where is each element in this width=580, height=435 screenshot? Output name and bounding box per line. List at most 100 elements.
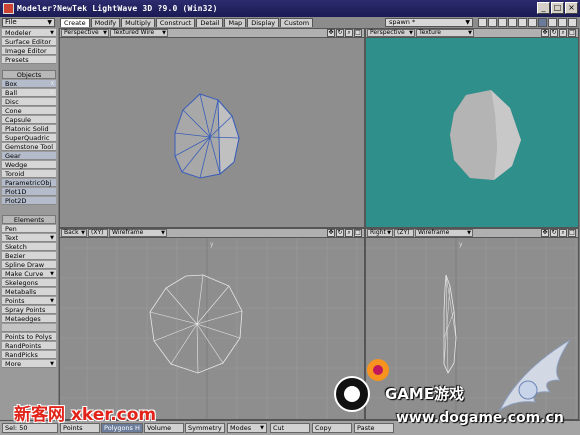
layer-button-icon[interactable] — [568, 18, 577, 27]
move-view-icon[interactable]: ✥ — [327, 229, 335, 237]
layer-button-icon[interactable] — [498, 18, 507, 27]
cone-tool[interactable]: Cone — [2, 107, 56, 115]
zoom-icon[interactable]: ⌕ — [559, 229, 567, 237]
presets-button[interactable]: Presets — [2, 56, 56, 64]
ball-tool[interactable]: Ball O — [2, 89, 56, 97]
platonic-solid-tool[interactable]: Platonic Solid — [2, 125, 56, 133]
modes-menu[interactable]: Modes ▼ — [227, 423, 267, 433]
cut-button[interactable]: Cut — [270, 423, 310, 433]
layer-button-icon[interactable] — [538, 18, 547, 27]
make-curve-menu[interactable]: Make Curve ▼ — [2, 270, 56, 278]
box-tool[interactable]: Box X — [2, 80, 56, 88]
render-mode-select[interactable]: Textured Wire ▼ — [110, 29, 168, 37]
file-menu-button[interactable]: File ▼ — [2, 18, 55, 27]
image-editor-button[interactable]: Image Editor — [2, 47, 56, 55]
move-view-icon[interactable]: ✥ — [541, 29, 549, 37]
viewport-top-right[interactable]: Perspective ▼ Texture ▼ ✥ ↻ ⌕ □ — [365, 28, 579, 228]
zoom-icon[interactable]: ⌕ — [559, 29, 567, 37]
chevron-down-icon: ▼ — [50, 235, 54, 241]
maximize-view-icon[interactable]: □ — [568, 29, 576, 37]
maximize-view-icon[interactable]: □ — [354, 229, 362, 237]
move-view-icon[interactable]: ✥ — [541, 229, 549, 237]
parametricobj-tool[interactable]: ParametricObj — [2, 179, 56, 187]
copy-button[interactable]: Copy — [312, 423, 352, 433]
tab-map[interactable]: Map — [224, 18, 247, 27]
toroid-tool[interactable]: Toroid — [2, 170, 56, 178]
maximize-button[interactable]: □ — [551, 2, 564, 14]
chevron-down-icon: ▼ — [47, 19, 52, 26]
axis-select[interactable]: (ZY) — [394, 229, 414, 237]
modeler-menu[interactable]: Modeler ▼ — [2, 29, 56, 37]
move-view-icon[interactable]: ✥ — [327, 29, 335, 37]
gemstone-tool[interactable]: Gemstone Tool — [2, 143, 56, 151]
maximize-view-icon[interactable]: □ — [354, 29, 362, 37]
capsule-tool[interactable]: Capsule — [2, 116, 56, 124]
tab-detail[interactable]: Detail — [196, 18, 224, 27]
tab-create[interactable]: Create — [60, 18, 90, 27]
view-type-select[interactable]: Right ▼ — [367, 229, 393, 237]
randpicks-tool[interactable]: RandPicks — [2, 351, 56, 359]
pen-tool[interactable]: Pen — [2, 225, 56, 233]
viewport-controls: ✥ ↻ ⌕ □ — [327, 229, 362, 237]
paste-button[interactable]: Paste — [354, 423, 394, 433]
viewport-top-left[interactable]: Perspective ▼ Textured Wire ▼ ✥ ↻ ⌕ □ — [59, 28, 365, 228]
render-mode-select[interactable]: Texture ▼ — [416, 29, 474, 37]
spline-draw-tool[interactable]: Spline Draw — [2, 261, 56, 269]
points-menu[interactable]: Points ▼ — [2, 297, 56, 305]
layer-button-icon[interactable] — [478, 18, 487, 27]
axis-select[interactable]: (XY) — [88, 229, 108, 237]
rotate-view-icon[interactable]: ↻ — [336, 229, 344, 237]
skelegons-tool[interactable]: Skelegons — [2, 279, 56, 287]
layer-button-icon[interactable] — [518, 18, 527, 27]
render-mode-select[interactable]: Wireframe ▼ — [109, 229, 167, 237]
viewport-bottom-left[interactable]: Back ▼ (XY) Wireframe ▼ ✥ ↻ ⌕ □ y — [59, 228, 365, 420]
watermark-game: GAME游戏 — [385, 385, 465, 403]
tab-modify[interactable]: Modify — [90, 18, 121, 27]
zoom-icon[interactable]: ⌕ — [345, 229, 353, 237]
bezier-tool[interactable]: Bezier — [2, 252, 56, 260]
layer-button-icon[interactable] — [548, 18, 557, 27]
maximize-view-icon[interactable]: □ — [568, 229, 576, 237]
text-tool[interactable]: Text ▼ — [2, 234, 56, 242]
chevron-down-icon: ▼ — [260, 425, 264, 431]
app-icon — [3, 3, 14, 14]
view-type-select[interactable]: Perspective ▼ — [61, 29, 109, 37]
chevron-down-icon: ▼ — [50, 271, 54, 277]
points-to-polys-tool[interactable]: Points to Polys — [2, 333, 56, 341]
render-mode-select[interactable]: Wireframe ▼ — [415, 229, 473, 237]
symmetry-button[interactable]: Symmetry — [185, 423, 225, 433]
layer-button-icon[interactable] — [558, 18, 567, 27]
view-type-select[interactable]: Back ▼ — [61, 229, 87, 237]
layer-select[interactable]: spawn * ▼ — [385, 18, 473, 27]
disc-tool[interactable]: Disc — [2, 98, 56, 106]
minimize-button[interactable]: _ — [537, 2, 550, 14]
plot2d-tool[interactable]: Plot2D — [2, 197, 56, 205]
plot1d-tool[interactable]: Plot1D — [2, 188, 56, 196]
metaedges-tool[interactable]: Metaedges — [2, 315, 56, 323]
surface-editor-button[interactable]: Surface Editor — [2, 38, 56, 46]
tab-multiply[interactable]: Multiply — [121, 18, 155, 27]
layer-button-icon[interactable] — [528, 18, 537, 27]
chevron-down-icon: ▼ — [387, 230, 391, 236]
view-type-select[interactable]: Perspective ▼ — [367, 29, 415, 37]
zoom-icon[interactable]: ⌕ — [345, 29, 353, 37]
spray-points-tool[interactable]: Spray Points — [2, 306, 56, 314]
tab-construct[interactable]: Construct — [155, 18, 196, 27]
blank-tool[interactable] — [2, 324, 56, 332]
close-button[interactable]: × — [565, 2, 578, 14]
wedge-tool[interactable]: Wedge — [2, 161, 56, 169]
rotate-view-icon[interactable]: ↻ — [336, 29, 344, 37]
metaballs-tool[interactable]: Metaballs — [2, 288, 56, 296]
window-controls: _ □ × — [537, 2, 578, 14]
tab-display[interactable]: Display — [247, 18, 280, 27]
rotate-view-icon[interactable]: ↻ — [550, 229, 558, 237]
tab-custom[interactable]: Custom — [280, 18, 314, 27]
layer-button-icon[interactable] — [488, 18, 497, 27]
superquadric-tool[interactable]: SuperQuadric — [2, 134, 56, 142]
gear-tool[interactable]: Gear — [2, 152, 56, 160]
layer-button-icon[interactable] — [508, 18, 517, 27]
more-menu[interactable]: More ▼ — [2, 360, 56, 368]
sketch-tool[interactable]: Sketch — [2, 243, 56, 251]
randpoints-tool[interactable]: RandPoints — [2, 342, 56, 350]
rotate-view-icon[interactable]: ↻ — [550, 29, 558, 37]
